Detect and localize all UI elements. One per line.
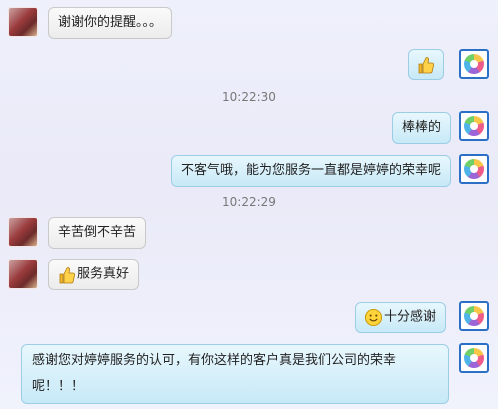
- message-bubble-service: 感谢您对婷婷服务的认可，有你这样的客户真是我们公司的荣幸 呢！！！: [21, 344, 449, 404]
- service-logo-icon: [464, 159, 484, 179]
- service-avatar[interactable]: [459, 49, 489, 79]
- service-avatar[interactable]: [459, 111, 489, 141]
- message-text: 服务真好: [77, 266, 130, 282]
- message-text: 辛苦倒不辛苦: [58, 225, 137, 240]
- message-bubble-service: 不客气哦，能为您服务一直都是婷婷的荣幸呢: [171, 155, 452, 187]
- message-text: 棒棒的: [402, 120, 442, 135]
- service-avatar[interactable]: [459, 154, 489, 184]
- user-avatar[interactable]: [8, 259, 38, 289]
- message-text: 不客气哦，能为您服务一直都是婷婷的荣幸呢: [181, 163, 442, 178]
- timestamp: 10:22:29: [222, 195, 276, 209]
- smiley-icon: [364, 308, 383, 327]
- service-avatar[interactable]: [459, 301, 489, 331]
- timestamp: 10:22:30: [222, 90, 276, 104]
- message-bubble-service: 棒棒的: [392, 112, 452, 144]
- message-bubble-service: 十分感谢: [355, 302, 447, 333]
- service-logo-icon: [464, 306, 484, 326]
- service-logo-icon: [464, 54, 484, 74]
- message-bubble-service: [408, 49, 444, 80]
- chat-window: 谢谢你的提醒。。。 10:22:30 棒棒的 不客气哦，能为您服务一直都是婷婷的…: [0, 0, 498, 409]
- service-logo-icon: [464, 348, 484, 368]
- message-text: 十分感谢: [384, 309, 437, 325]
- service-logo-icon: [464, 116, 484, 136]
- message-text-line: 呢！！！: [32, 379, 85, 394]
- thumbs-up-icon: [416, 55, 435, 74]
- user-avatar[interactable]: [8, 7, 38, 37]
- user-avatar[interactable]: [8, 217, 38, 247]
- thumbs-up-icon: [57, 265, 76, 284]
- message-bubble-user: 服务真好: [48, 259, 140, 290]
- message-bubble-user: 辛苦倒不辛苦: [48, 217, 147, 249]
- message-bubble-user: 谢谢你的提醒。。。: [48, 7, 173, 39]
- message-text-line: 感谢您对婷婷服务的认可，有你这样的客户真是我们公司的荣幸: [32, 353, 397, 368]
- service-avatar[interactable]: [459, 343, 489, 373]
- message-text: 谢谢你的提醒。。。: [58, 15, 163, 30]
